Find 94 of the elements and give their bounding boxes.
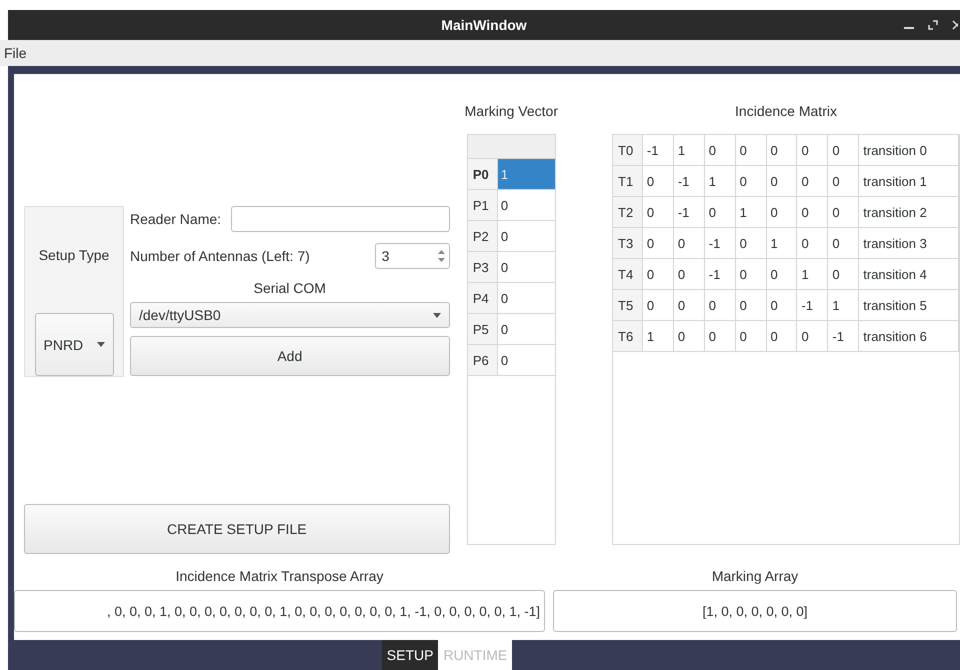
table-cell: 0: [828, 259, 860, 289]
transpose-array-label: Incidence Matrix Transpose Array: [176, 568, 384, 584]
table-cell: 0: [736, 259, 767, 289]
table-cell: transition 1: [859, 166, 959, 196]
antennas-label: Number of Antennas (Left: 7): [130, 248, 310, 264]
table-cell: 0: [766, 166, 798, 196]
row-header: P5: [468, 314, 498, 344]
table-cell: 0: [642, 259, 674, 289]
table-cell: 0: [828, 197, 860, 227]
table-cell: 0: [704, 290, 736, 320]
table-cell: 1: [797, 259, 828, 289]
table-cell: 0: [766, 259, 798, 289]
table-cell: -1: [797, 290, 828, 320]
table-cell: 0: [642, 290, 674, 320]
reader-name-field[interactable]: [231, 206, 450, 232]
table-cell: 0: [797, 228, 828, 258]
add-button[interactable]: Add: [130, 336, 450, 376]
table-cell: 1: [704, 166, 736, 196]
table-cell: 1: [736, 197, 767, 227]
table-cell: 0: [766, 290, 798, 320]
row-header: T4: [613, 259, 643, 289]
table-cell: 0: [736, 166, 767, 196]
marking-vector-title: Marking Vector: [464, 102, 558, 121]
table-cell: -1: [674, 166, 705, 196]
row-header: P4: [468, 283, 498, 313]
table-cell: 0: [642, 197, 674, 227]
table-cell: 0: [674, 321, 705, 351]
row-header: P0: [468, 159, 498, 189]
incidence-matrix-title: Incidence Matrix: [735, 102, 837, 121]
table-cell: 0: [797, 135, 828, 165]
marking-array-label: Marking Array: [712, 568, 798, 584]
table-cell: 0: [797, 166, 828, 196]
table-cell: 0: [766, 135, 798, 165]
table-cell: 0: [736, 228, 767, 258]
table-cell: 0: [674, 290, 705, 320]
setup-type-dropdown[interactable]: PNRD: [34, 313, 114, 376]
row-header: P6: [468, 345, 498, 375]
table-cell: 1: [766, 228, 798, 258]
row-header: T3: [613, 228, 643, 258]
table-cell: -1: [828, 321, 860, 351]
table-cell: -1: [674, 197, 705, 227]
table-cell: transition 2: [859, 197, 959, 227]
antennas-spinbox[interactable]: 3: [374, 243, 450, 269]
serial-com-label: Serial COM: [254, 280, 326, 296]
row-header: T5: [613, 290, 643, 320]
setup-type-label: Setup Type: [38, 247, 110, 263]
table-cell: 0: [736, 135, 767, 165]
table-cell: 0: [828, 166, 860, 196]
table-cell: 0: [674, 259, 705, 289]
table-cell: transition 4: [859, 259, 959, 289]
dropdown-arrow-icon: [432, 312, 441, 318]
table-cell: 1: [828, 290, 860, 320]
table-cell: 1: [642, 321, 674, 351]
table-cell: transition 5: [859, 290, 959, 320]
row-header: T6: [613, 321, 643, 351]
dropdown-arrow-icon: [96, 342, 104, 347]
create-setup-file-button[interactable]: CREATE SETUP FILE: [24, 504, 450, 554]
table-cell: -1: [642, 135, 674, 165]
row-header: T1: [613, 166, 643, 196]
table-cell: 0: [828, 135, 860, 165]
table-cell: 0: [642, 166, 674, 196]
serial-port-dropdown[interactable]: /dev/ttyUSB0: [130, 302, 450, 328]
row-header: P1: [468, 190, 498, 220]
transpose-array-field[interactable]: , 0, 0, 0, 1, 0, 0, 0, 0, 0, 0, 0, 1, 0, 0, 0, 0, 0, 0, 0, 1, -1, 0, 0, 0, 0, 0, 1, -1]: [14, 590, 545, 632]
marking-array-field[interactable]: [1, 0, 0, 0, 0, 0, 0]: [553, 590, 957, 632]
table-cell: 0: [766, 321, 798, 351]
table-cell: transition 6: [859, 321, 959, 351]
menu-item[interactable]: File: [2, 45, 29, 61]
table-cell: 0: [642, 228, 674, 258]
spin-arrows-icon: [438, 249, 445, 263]
table-cell: 1: [674, 135, 705, 165]
table-cell: transition 0: [859, 135, 959, 165]
row-header: T2: [613, 197, 643, 227]
row-header: P3: [468, 252, 498, 282]
table-cell: -1: [704, 228, 736, 258]
table-cell: 0: [736, 321, 767, 351]
table-cell: 0: [704, 197, 736, 227]
row-header: P2: [468, 221, 498, 251]
table-cell: 0: [828, 228, 860, 258]
table-cell: 0: [674, 228, 705, 258]
table-cell: 0: [736, 290, 767, 320]
table-cell: 0: [704, 135, 736, 165]
table-cell: 0: [766, 197, 798, 227]
table-cell: -1: [704, 259, 736, 289]
table-cell: transition 3: [859, 228, 959, 258]
close-icon[interactable]: [952, 20, 958, 30]
table-cell: 0: [797, 321, 828, 351]
row-header: T0: [613, 135, 643, 165]
reader-name-label: Reader Name:: [130, 211, 222, 227]
window-title: MainWindow: [441, 17, 527, 33]
table-cell: 0: [704, 321, 736, 351]
tab[interactable]: SETUP: [382, 640, 438, 670]
maximize-icon[interactable]: [928, 20, 938, 30]
table-cell: 0: [797, 197, 828, 227]
